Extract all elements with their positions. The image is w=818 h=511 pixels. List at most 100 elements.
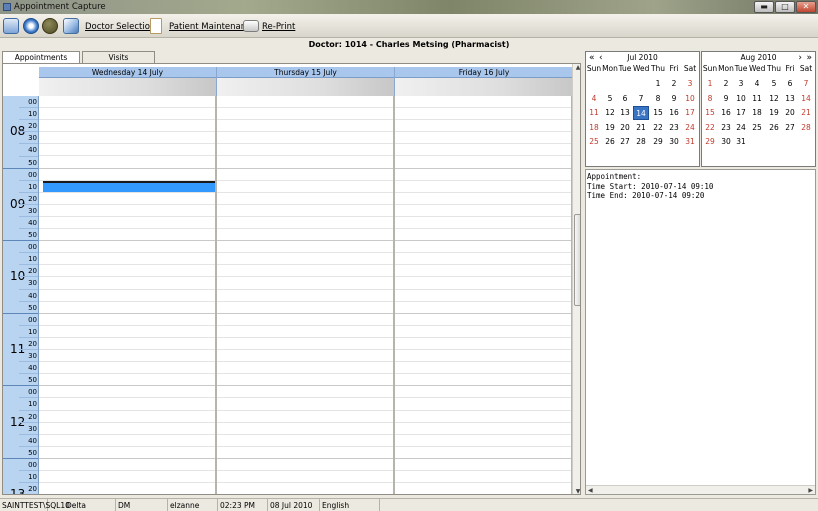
calendar-day[interactable]: 13	[782, 92, 798, 106]
time-slot[interactable]	[39, 483, 215, 494]
time-slot[interactable]	[39, 447, 215, 459]
time-slot[interactable]	[39, 120, 215, 133]
minimize-button[interactable]: ▬	[754, 1, 774, 13]
time-slot[interactable]	[39, 386, 215, 399]
calendar-day[interactable]: 12	[766, 92, 782, 106]
time-slot[interactable]	[39, 423, 215, 435]
time-slot[interactable]	[39, 108, 215, 121]
calendar-day[interactable]: 25	[749, 121, 765, 135]
time-slot[interactable]	[39, 217, 215, 230]
calendar-day[interactable]: 1	[702, 77, 718, 91]
calendar-day[interactable]: 26	[766, 121, 782, 135]
calendar-day[interactable]: 4	[586, 92, 602, 106]
reprint-button[interactable]: Re-Print	[262, 22, 295, 32]
time-slot[interactable]	[39, 302, 215, 314]
time-slot[interactable]	[395, 132, 571, 145]
form-icon[interactable]	[3, 18, 19, 34]
time-slot[interactable]	[395, 265, 571, 278]
time-slot[interactable]	[39, 314, 215, 326]
calendar-day[interactable]: 9	[666, 92, 682, 106]
time-slot[interactable]	[217, 169, 393, 181]
calendar-day[interactable]: 14	[798, 92, 814, 106]
calendar-day[interactable]: 29	[702, 135, 718, 149]
calendar-day[interactable]: 1	[650, 77, 666, 91]
time-slot[interactable]	[217, 471, 393, 484]
time-slot[interactable]	[395, 314, 571, 326]
time-slot[interactable]	[39, 144, 215, 157]
time-slot[interactable]	[217, 386, 393, 399]
time-slot[interactable]	[217, 157, 393, 169]
maximize-button[interactable]: □	[775, 1, 795, 13]
calendar-day[interactable]: 18	[586, 121, 602, 135]
calendar-day[interactable]: 3	[733, 77, 749, 91]
day-header-friday[interactable]: Friday 16 July	[395, 67, 573, 97]
calendar-day[interactable]: 21	[633, 121, 649, 135]
refresh-icon[interactable]	[23, 18, 39, 34]
time-slot[interactable]	[395, 338, 571, 351]
calendar-day[interactable]: 24	[733, 121, 749, 135]
calendar-day[interactable]: 6	[617, 92, 633, 106]
calendar-day[interactable]: 2	[718, 77, 734, 91]
time-slot[interactable]	[395, 399, 571, 411]
time-slot[interactable]	[39, 362, 215, 375]
time-slot[interactable]	[39, 132, 215, 145]
time-slot[interactable]	[39, 399, 215, 411]
time-slot[interactable]	[217, 411, 393, 423]
time-slot[interactable]	[39, 326, 215, 338]
all-day-band[interactable]	[217, 78, 394, 96]
time-slot[interactable]	[395, 144, 571, 157]
time-slot[interactable]	[39, 278, 215, 290]
calendar-day[interactable]: 21	[798, 106, 814, 120]
time-slot[interactable]	[395, 386, 571, 399]
calendar-day[interactable]: 24	[682, 121, 698, 135]
time-slot[interactable]	[395, 96, 571, 109]
time-slot[interactable]	[217, 435, 393, 447]
calendar-day[interactable]: 11	[586, 106, 602, 120]
time-slot[interactable]	[39, 253, 215, 266]
calendar-day[interactable]: 9	[718, 92, 734, 106]
time-slot[interactable]	[395, 459, 571, 472]
time-slot[interactable]	[39, 471, 215, 484]
calendar-day[interactable]: 6	[782, 77, 798, 91]
time-slot[interactable]	[395, 350, 571, 363]
time-slot[interactable]	[39, 338, 215, 351]
day-column[interactable]	[217, 96, 395, 494]
time-slot[interactable]	[395, 253, 571, 266]
calendar-day[interactable]: 25	[586, 135, 602, 149]
calendar-day[interactable]: 27	[782, 121, 798, 135]
time-slot[interactable]	[217, 108, 393, 121]
time-slot[interactable]	[395, 120, 571, 133]
calendar-day[interactable]: 8	[650, 92, 666, 106]
time-slot[interactable]	[217, 217, 393, 230]
prev-month-button[interactable]: ‹	[599, 53, 603, 63]
calendar-day[interactable]: 13	[617, 106, 633, 120]
calendar-day[interactable]: 23	[666, 121, 682, 135]
time-slot[interactable]	[395, 193, 571, 205]
schedule-scrollbar[interactable]: ▲ ▼	[572, 64, 580, 494]
time-slot[interactable]	[217, 265, 393, 278]
time-slot[interactable]	[217, 96, 393, 109]
calendar-day[interactable]: 23	[718, 121, 734, 135]
time-slot[interactable]	[395, 181, 571, 193]
time-slot[interactable]	[39, 265, 215, 278]
time-slot[interactable]	[395, 435, 571, 447]
time-slot[interactable]	[395, 169, 571, 181]
calendar-day[interactable]: 30	[666, 135, 682, 149]
calendar-day[interactable]: 31	[733, 135, 749, 149]
calendar-day[interactable]: 11	[749, 92, 765, 106]
time-slot[interactable]	[39, 157, 215, 169]
time-slot[interactable]	[217, 278, 393, 290]
calendar-day[interactable]: 29	[650, 135, 666, 149]
time-slot[interactable]	[395, 108, 571, 121]
time-slot[interactable]	[217, 483, 393, 494]
calendar-day[interactable]: 5	[602, 92, 618, 106]
calendar-day[interactable]: 20	[617, 121, 633, 135]
time-slot[interactable]	[217, 193, 393, 205]
time-slot[interactable]	[395, 471, 571, 484]
time-slot[interactable]	[395, 423, 571, 435]
calendar-day[interactable]: 17	[682, 106, 698, 120]
calendar-day[interactable]: 10	[733, 92, 749, 106]
calendar-day[interactable]: 17	[733, 106, 749, 120]
next-month-button[interactable]: ›	[798, 53, 802, 63]
time-slot[interactable]	[217, 399, 393, 411]
